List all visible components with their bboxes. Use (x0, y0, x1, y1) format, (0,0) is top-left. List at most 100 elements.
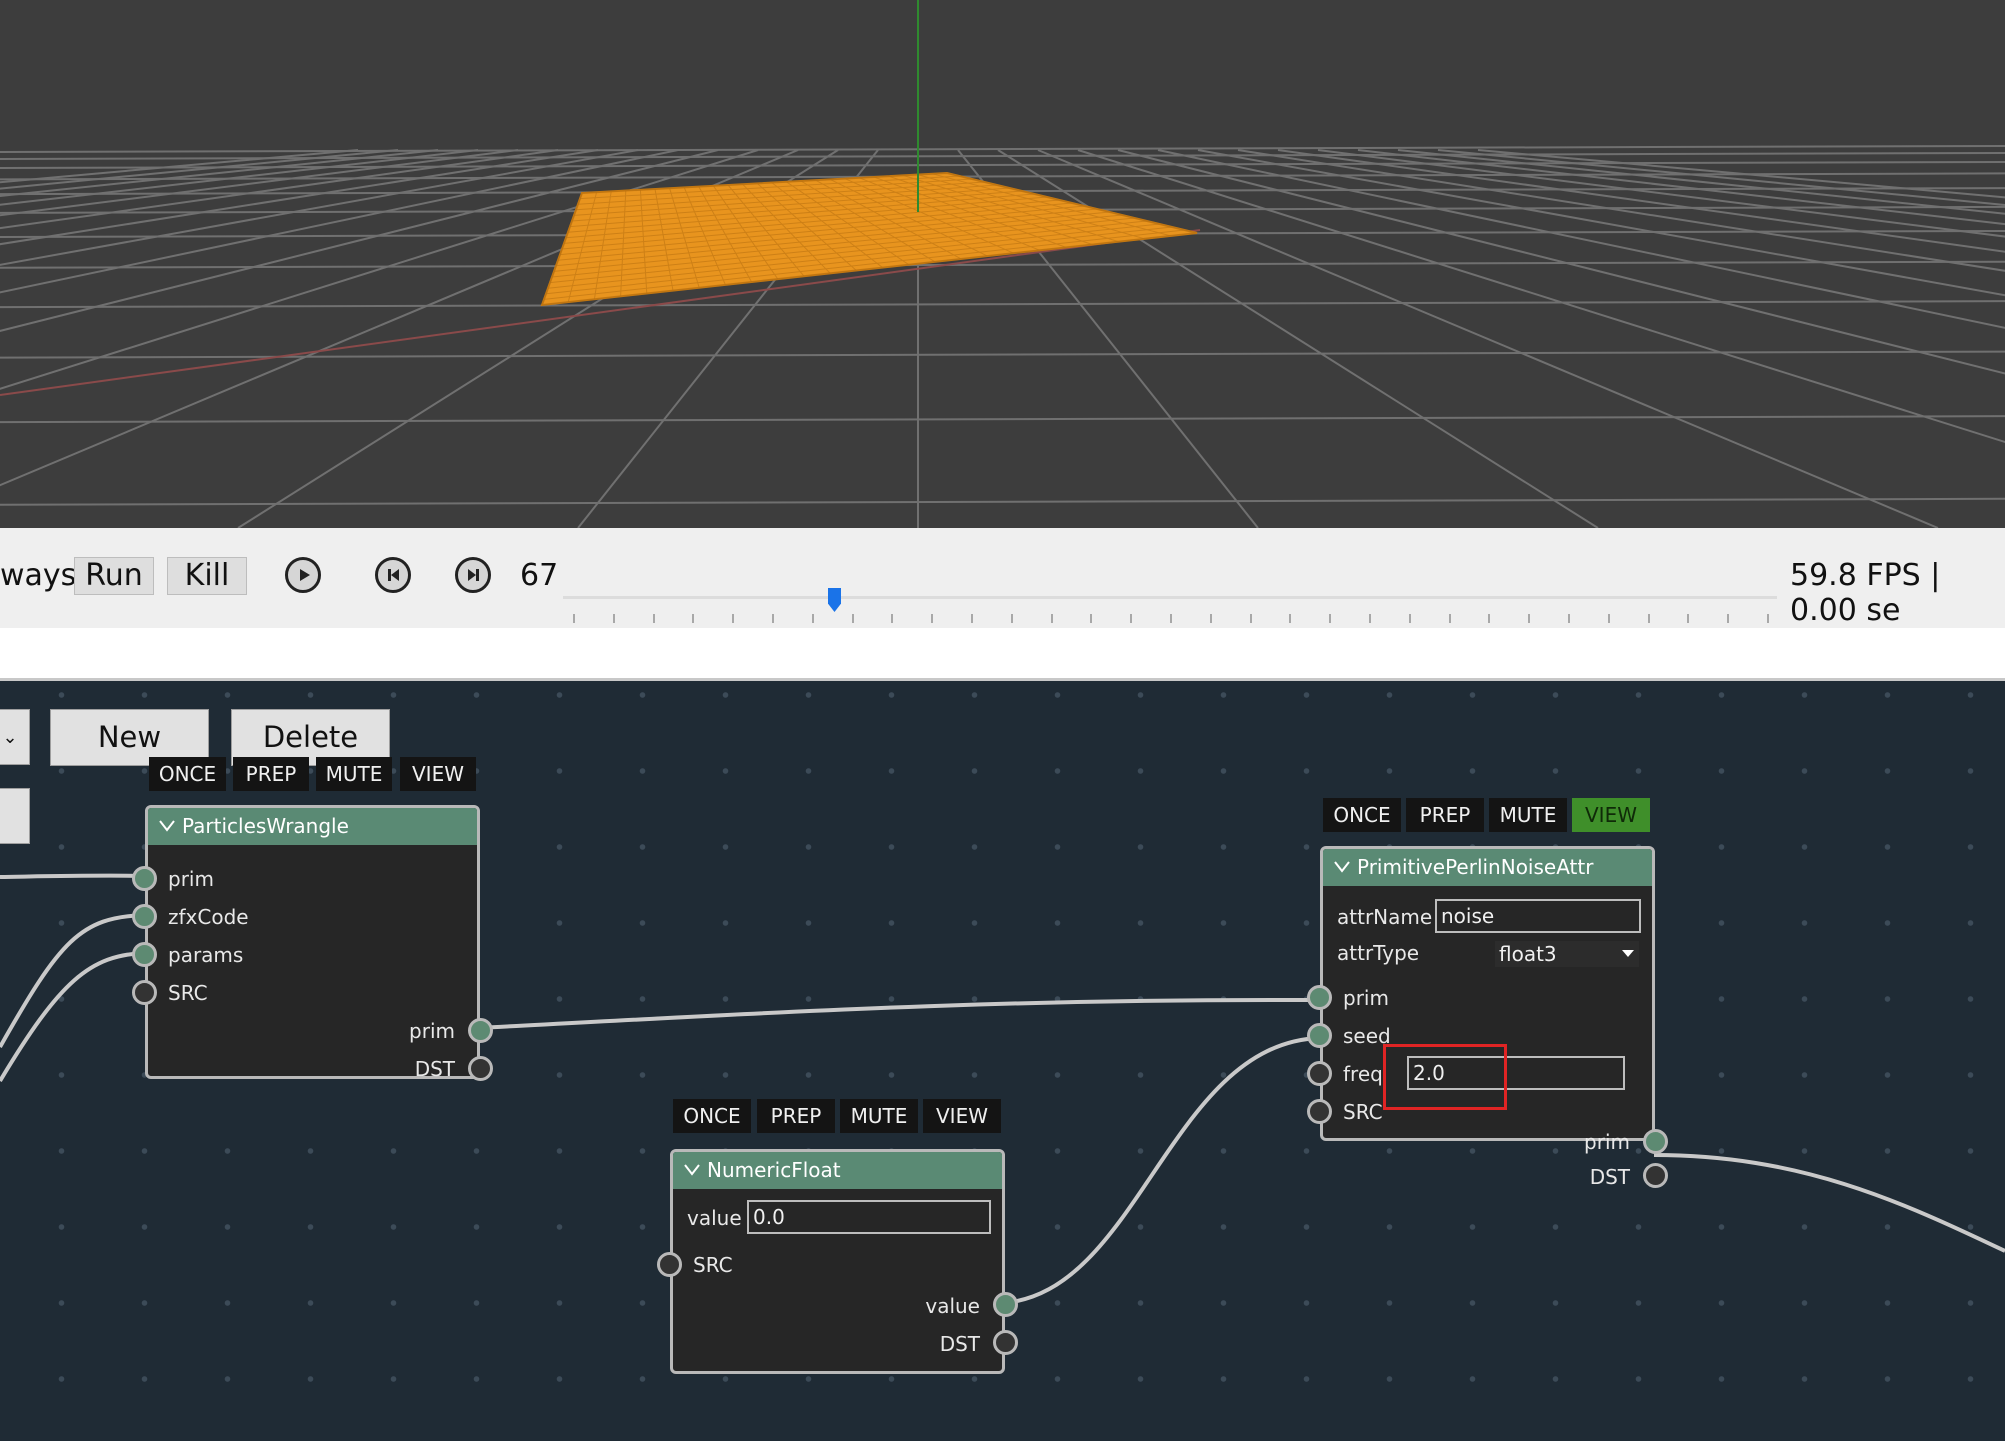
output-port-dst[interactable] (993, 1330, 1018, 1355)
slider-tick (1727, 614, 1729, 623)
input-label-src: SRC (168, 981, 208, 1005)
prep-toggle[interactable]: PREP (1406, 798, 1484, 832)
node-title[interactable]: NumericFloat (673, 1152, 1002, 1189)
freq-highlight-box (1383, 1044, 1507, 1110)
slider-tick (1648, 614, 1650, 623)
node-title-text: PrimitivePerlinNoiseAttr (1357, 855, 1594, 879)
grid-line (0, 149, 559, 230)
input-label-params: params (168, 943, 244, 967)
slider-handle[interactable] (828, 588, 841, 612)
attrname-input[interactable]: noise (1435, 899, 1641, 933)
slider-tick (613, 614, 615, 623)
node-primitiveperlinnoiseattr[interactable]: PrimitivePerlinNoiseAttr attrName noise … (1307, 846, 1668, 1189)
timeline-slider[interactable] (563, 568, 1777, 628)
view-toggle-active[interactable]: VIEW (1572, 798, 1650, 832)
slider-tick (1608, 614, 1610, 623)
slider-tick (1488, 614, 1490, 623)
slider-tick (1130, 614, 1132, 623)
input-port-params[interactable] (132, 942, 157, 967)
output-port-dst[interactable] (468, 1056, 493, 1081)
input-port-prim[interactable] (1307, 985, 1332, 1010)
play-icon[interactable] (285, 557, 321, 593)
mute-toggle[interactable]: MUTE (1489, 798, 1567, 832)
dropdown-arrow-icon (1622, 950, 1634, 957)
step-back-icon[interactable] (375, 557, 411, 593)
output-label-dst: DST (939, 1332, 980, 1356)
input-port-zfxcode[interactable] (132, 904, 157, 929)
output-port-dst[interactable] (1643, 1163, 1668, 1188)
attrtype-value: float3 (1499, 942, 1557, 966)
slider-tick (891, 614, 893, 623)
input-port-seed[interactable] (1307, 1023, 1332, 1048)
node-title-text: ParticlesWrangle (182, 814, 349, 838)
collapse-chevron-icon (159, 820, 175, 832)
prep-toggle[interactable]: PREP (233, 757, 309, 791)
input-label-src: SRC (1343, 1100, 1383, 1124)
input-port-src[interactable] (1307, 1099, 1332, 1124)
grid-line (0, 149, 399, 190)
slider-tick (732, 614, 734, 623)
3d-viewport[interactable] (0, 0, 2005, 528)
output-label-dst: DST (414, 1057, 455, 1081)
output-port-prim[interactable] (1643, 1129, 1668, 1154)
output-port-value[interactable] (993, 1292, 1018, 1317)
wire-value-to-seed (1003, 1036, 1321, 1305)
output-label-prim: prim (1584, 1130, 1630, 1154)
input-port-src[interactable] (132, 980, 157, 1005)
mute-toggle[interactable]: MUTE (316, 757, 392, 791)
slider-tick (1051, 614, 1053, 623)
slider-tick (1568, 614, 1570, 623)
once-toggle[interactable]: ONCE (149, 757, 226, 791)
run-button[interactable]: Run (74, 557, 154, 595)
input-port-prim[interactable] (132, 866, 157, 891)
input-port-src[interactable] (657, 1252, 682, 1277)
slider-tick (1090, 614, 1092, 623)
node-editor[interactable]: ⌄ New Delete ONCE PREP MUTE VIEW Particl… (0, 681, 2005, 1441)
prep-toggle[interactable]: PREP (757, 1099, 835, 1133)
node-title[interactable]: PrimitivePerlinNoiseAttr (1323, 849, 1652, 886)
attrtype-label: attrType (1337, 941, 1420, 965)
node-title[interactable]: ParticlesWrangle (148, 808, 477, 845)
fps-readout: 59.8 FPS | 0.00 se (1790, 558, 1941, 628)
view-toggle[interactable]: VIEW (923, 1099, 1001, 1133)
attrname-label: attrName (1337, 905, 1433, 929)
attrtype-select[interactable]: float3 (1493, 939, 1641, 969)
node-particleswrangle[interactable]: ParticlesWrangle prim zfxCode params SRC… (132, 805, 493, 1081)
wire-in-params (0, 951, 146, 1083)
grid-line (0, 145, 2005, 153)
side-panel-button[interactable] (0, 788, 30, 844)
slider-tick (1011, 614, 1013, 623)
mode-label[interactable]: ways (0, 558, 76, 593)
wire-in-prim (0, 873, 146, 879)
value-input[interactable]: 0.0 (747, 1200, 991, 1234)
kill-button[interactable]: Kill (167, 557, 247, 595)
step-forward-icon[interactable] (455, 557, 491, 593)
grid-line (0, 415, 2005, 424)
once-toggle[interactable]: ONCE (1323, 798, 1401, 832)
input-label-zfxcode: zfxCode (168, 905, 249, 929)
output-port-prim[interactable] (468, 1018, 493, 1043)
mute-toggle[interactable]: MUTE (840, 1099, 918, 1133)
once-toggle[interactable]: ONCE (673, 1099, 751, 1133)
slider-tick (812, 614, 814, 623)
slider-track[interactable] (563, 596, 1777, 599)
slider-tick (852, 614, 854, 623)
input-label-prim: prim (168, 867, 214, 891)
input-label-prim: prim (1343, 986, 1389, 1010)
input-label-src: SRC (693, 1253, 733, 1277)
input-port-freq[interactable] (1307, 1061, 1332, 1086)
timeline-toolbar: ways Run Kill 67 59.8 FPS | 0.00 se (0, 528, 2005, 628)
wire-out-prim (1653, 1153, 2005, 1253)
slider-tick (1767, 614, 1769, 623)
slider-tick (1329, 614, 1331, 623)
input-label-freq: freq (1343, 1062, 1383, 1086)
slider-tick (931, 614, 933, 623)
view-toggle[interactable]: VIEW (400, 757, 476, 791)
collapse-chevron-icon (1334, 861, 1350, 873)
value-label: value (687, 1206, 742, 1230)
slider-tick (1170, 614, 1172, 623)
slider-tick (1528, 614, 1530, 623)
grid-line (0, 497, 2005, 506)
dropdown-chevron-icon[interactable]: ⌄ (0, 709, 30, 765)
node-numericfloat[interactable]: NumericFloat value 0.0 SRC value DST (657, 1149, 1018, 1374)
